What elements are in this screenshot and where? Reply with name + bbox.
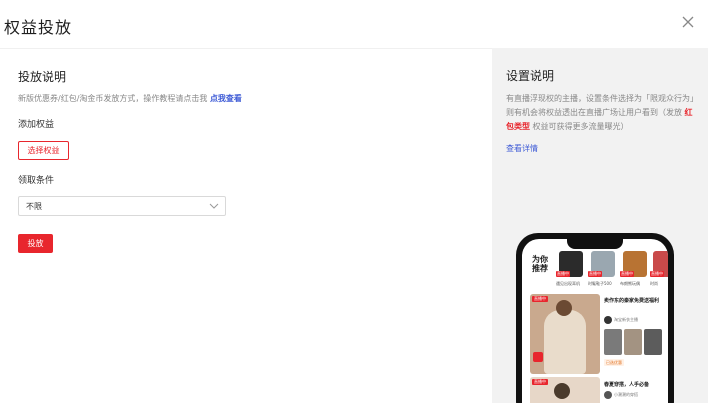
modal-header: 权益投放 xyxy=(0,0,708,48)
coupon-tag: 已选优惠 xyxy=(604,359,624,366)
live-badge: 直播中 xyxy=(588,271,602,277)
live-badge: 直播中 xyxy=(532,379,548,385)
live-card-image: 直播中 xyxy=(530,294,600,374)
add-benefit-label: 添加权益 xyxy=(18,120,55,130)
product-item: 直播中 时髦鞋子500 xyxy=(588,251,618,291)
submit-button[interactable]: 投放 xyxy=(18,234,53,253)
thumbnail xyxy=(604,329,622,355)
modal-body: 投放说明 新版优惠券/红包/淘金币发放方式，操作教程请点击我 点我查看 添加权益… xyxy=(0,48,708,403)
live-card-title: 春夏穿搭，人手必备 xyxy=(604,382,650,388)
live-card-user: 淘宝新衣主播 xyxy=(604,316,638,324)
help-title: 设置说明 xyxy=(506,69,555,83)
person-image xyxy=(544,310,586,374)
modal-title: 权益投放 xyxy=(4,18,73,37)
product-caption: 布朗熊玩偶 xyxy=(620,281,640,286)
form-pane: 投放说明 新版优惠券/红包/淘金币发放方式，操作教程请点击我 点我查看 添加权益… xyxy=(0,48,492,403)
close-icon xyxy=(682,16,694,28)
help-pane: 设置说明 有直播浮现权的主播，设置条件选择为「限观众行为」则有机会将权益透出在直… xyxy=(492,48,708,403)
product-thumbnails xyxy=(604,329,664,355)
thumbnail xyxy=(624,329,642,355)
live-badge: 直播中 xyxy=(532,296,548,302)
product-item: 直播中 遇见出现耳机 xyxy=(556,251,586,291)
thumbnail xyxy=(644,329,662,355)
chevron-down-icon xyxy=(209,202,219,210)
live-card-image: 直播中 xyxy=(530,377,600,403)
help-text-2: 权益可获得更多流量曝光） xyxy=(530,122,629,131)
live-badge: 直播中 xyxy=(620,271,634,277)
section-title: 投放说明 xyxy=(18,70,67,84)
benefit-modal: 权益投放 投放说明 新版优惠券/红包/淘金币发放方式，操作教程请点击我 点我查看… xyxy=(0,0,708,403)
user-name: 小潮潮的穿搭 xyxy=(614,392,638,397)
instructions-text: 新版优惠券/红包/淘金币发放方式，操作教程请点击我 点我查看 xyxy=(18,93,242,104)
view-tutorial-link[interactable]: 点我查看 xyxy=(210,94,242,103)
product-caption: 时尚 xyxy=(650,281,658,286)
condition-select[interactable]: 不限 xyxy=(18,196,226,216)
person-head xyxy=(554,383,570,399)
phone-screen: 为你推荐 直播中 遇见出现耳机 直播中 时髦鞋子500 直播中 布朗熊玩偶 直播… xyxy=(522,239,668,403)
product-caption: 遇见出现耳机 xyxy=(556,281,580,286)
recommend-title: 为你推荐 xyxy=(532,255,548,273)
live-badge: 直播中 xyxy=(650,271,664,277)
select-benefit-button[interactable]: 选择权益 xyxy=(18,141,69,160)
help-description: 有直播浮现权的主播，设置条件选择为「限观众行为」则有机会将权益透出在直播广场让用… xyxy=(506,92,696,134)
product-item: 直播中 时尚 xyxy=(650,251,668,291)
close-button[interactable] xyxy=(678,12,698,32)
condition-select-value: 不限 xyxy=(26,202,42,211)
view-details-link[interactable]: 查看详情 xyxy=(506,143,538,154)
phone-preview: 为你推荐 直播中 遇见出现耳机 直播中 时髦鞋子500 直播中 布朗熊玩偶 直播… xyxy=(516,233,674,403)
live-card-user: 小潮潮的穿搭 xyxy=(604,391,638,399)
product-caption: 时髦鞋子500 xyxy=(588,281,612,286)
avatar xyxy=(604,316,612,324)
red-packet-icon xyxy=(533,352,543,362)
user-name: 淘宝新衣主播 xyxy=(614,317,638,322)
condition-label: 领取条件 xyxy=(18,176,55,186)
live-card-title: 卖作东的秦家免费送福利 xyxy=(604,298,660,304)
help-text-1: 有直播浮现权的主播，设置条件选择为「限观众行为」则有机会将权益透出在直播广场让用… xyxy=(506,94,694,117)
instructions-body: 新版优惠券/红包/淘金币发放方式，操作教程请点击我 xyxy=(18,94,210,103)
live-badge: 直播中 xyxy=(556,271,570,277)
person-head xyxy=(556,300,572,316)
phone-notch xyxy=(567,239,623,249)
avatar xyxy=(604,391,612,399)
product-item: 直播中 布朗熊玩偶 xyxy=(620,251,650,291)
